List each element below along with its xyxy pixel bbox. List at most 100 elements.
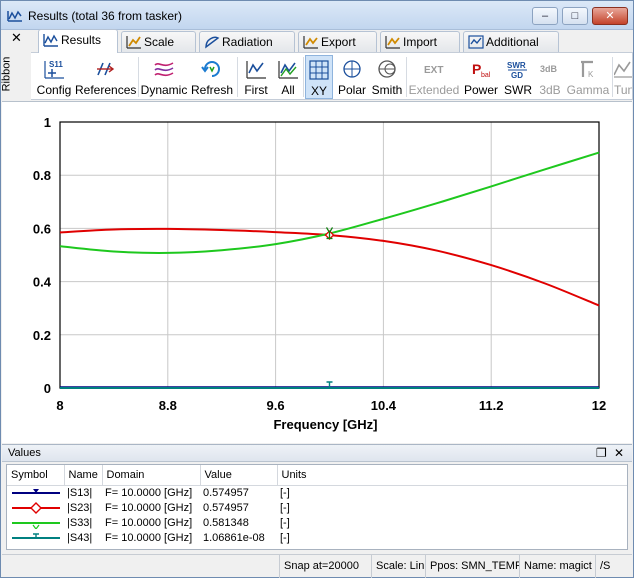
3db-icon-text: 3dB (540, 64, 558, 74)
swr-icon-sub: GD (511, 71, 523, 79)
tab-label: Additional (486, 35, 539, 49)
additional-tab-icon (468, 35, 484, 49)
svg-text:S11: S11 (49, 60, 63, 69)
gamma-icon: K (581, 60, 594, 79)
window-title: Results (total 36 from tasker) (28, 9, 183, 23)
dynamic-icon (154, 62, 174, 77)
x-tick-label: 10.4 (371, 398, 397, 413)
results-window: Results (total 36 from tasker) – □ ✕ ✕ R… (0, 0, 634, 578)
domain-cell: F= 10.0000 [GHz] (105, 501, 193, 514)
column-header-value[interactable]: Value (200, 465, 278, 486)
3db-icon: 3dB (540, 64, 558, 74)
chart-svg[interactable]: 8 8.8 9.6 10.4 11.2 12 0 0.2 0.4 0.6 0.8 1 Frequency… (2, 102, 632, 444)
tab-export[interactable]: Export (298, 31, 377, 53)
column-header-name[interactable]: Name (64, 465, 103, 486)
ext-icon: EXT (424, 65, 443, 76)
tab-results[interactable]: Results (38, 29, 118, 53)
polar-button[interactable]: Polar (335, 55, 369, 99)
swr-icon: SWRGD (507, 61, 527, 79)
tab-label: Export (321, 35, 356, 49)
close-button[interactable]: ✕ (592, 7, 628, 25)
status-name: Name: magict (519, 555, 595, 578)
gamma-button[interactable]: K Gamma (566, 55, 610, 99)
value-cell: 0.581348 (203, 516, 249, 529)
tool-label: Polar (337, 83, 366, 97)
plot-panel[interactable]: 8 8.8 9.6 10.4 11.2 12 0 0.2 0.4 0.6 0.8 1 Frequency… (2, 101, 632, 443)
table-row[interactable]: |S13| F= 10.0000 [GHz] 0.574957 [-] (7, 485, 627, 500)
import-tab-icon (385, 36, 400, 49)
ext-icon-text: EXT (424, 65, 443, 76)
y-tick-label: 0.6 (33, 221, 51, 236)
radiation-tab-icon (205, 36, 220, 49)
tool-label: All (281, 83, 295, 97)
status-bar: Snap at=20000 Scale: Lin. Ppos: SMN_TEMP… (2, 554, 632, 578)
tool-label: Tuning (614, 83, 632, 97)
all-icon (278, 61, 298, 79)
refresh-button[interactable]: Refresh (189, 55, 235, 99)
polar-icon (343, 60, 361, 78)
float-pane-icon[interactable]: ❐ (596, 445, 607, 462)
ribbon-side: ✕ Ribbon (0, 30, 31, 100)
tuning-button[interactable]: Tuning (614, 55, 632, 99)
ribbon-collapse-button[interactable]: ✕ (11, 30, 22, 46)
x-tick-label: 12 (592, 398, 606, 413)
column-header-domain[interactable]: Domain (102, 465, 201, 486)
title-bar[interactable]: Results (total 36 from tasker) – □ ✕ (1, 1, 633, 30)
tool-label: Extended (408, 83, 460, 97)
y-tick-label: 0 (44, 381, 51, 396)
table-row[interactable]: |S23| F= 10.0000 [GHz] 0.574957 [-] (7, 500, 627, 515)
minimize-button[interactable]: – (532, 7, 558, 25)
status-ppos: Ppos: SMN_TEMPL (425, 555, 519, 578)
status-snap: Snap at=20000 (279, 555, 371, 578)
table-header-row: Symbol Name Domain Value Units (7, 465, 627, 486)
name-cell: |S23| (67, 501, 93, 514)
smith-button[interactable]: Smith (370, 55, 404, 99)
units-cell: [-] (280, 501, 290, 514)
refresh-icon (201, 61, 220, 77)
extended-button[interactable]: EXT Extended (408, 55, 460, 99)
table-row[interactable]: |S43| F= 10.0000 [GHz] 1.06861e-08 [-] (7, 530, 627, 545)
all-button[interactable]: All (274, 55, 302, 99)
config-button[interactable]: S11 Config (33, 55, 75, 99)
xy-button[interactable]: XY (305, 55, 333, 99)
symbol-cell (7, 530, 64, 545)
column-header-symbol[interactable]: Symbol (7, 465, 65, 486)
value-cell: 0.574957 (203, 501, 249, 514)
results-tab-icon (43, 34, 58, 47)
tool-label: References (75, 83, 137, 97)
name-cell: |S33| (67, 516, 93, 529)
swr-button[interactable]: SWR GD SWR (502, 55, 534, 99)
domain-cell: F= 10.0000 [GHz] (105, 531, 193, 544)
toolbar-separator (406, 57, 407, 97)
power-button[interactable]: Pbal Power (461, 55, 501, 99)
dynamic-button[interactable]: Dynamic (140, 55, 188, 99)
tab-additional[interactable]: Additional (463, 31, 559, 53)
tab-import[interactable]: Import (380, 31, 460, 53)
xy-grid-icon (309, 60, 329, 80)
power-icon-sub: bal (481, 72, 491, 79)
tab-radiation[interactable]: Radiation (199, 31, 295, 53)
column-header-units[interactable]: Units (277, 465, 627, 486)
tool-label: Gamma (566, 83, 610, 97)
power-icon-text: P (472, 61, 481, 77)
table-row[interactable]: |S33| F= 10.0000 [GHz] 0.581348 [-] (7, 515, 627, 530)
close-pane-icon[interactable]: ✕ (614, 445, 624, 462)
tool-label: Dynamic (140, 83, 188, 97)
toolbar-separator (303, 57, 304, 97)
y-tick-label: 1 (44, 115, 51, 130)
x-tick-label: 11.2 (479, 398, 504, 413)
tab-label: Import (403, 35, 438, 49)
values-pane-title: Values (8, 447, 41, 459)
symbol-cell (7, 500, 64, 515)
tab-scale[interactable]: Scale (121, 31, 196, 53)
ribbon-tabs: Results Scale Radiation Export Import Ad… (33, 29, 633, 53)
references-button[interactable]: References (75, 55, 137, 99)
y-tick-label: 0.8 (33, 168, 51, 183)
first-button[interactable]: First (239, 55, 273, 99)
maximize-button[interactable]: □ (562, 7, 588, 25)
status-extra: /S (595, 555, 632, 578)
3db-button[interactable]: 3dB 3dB (535, 55, 565, 99)
name-cell: |S43| (67, 531, 93, 544)
y-tick-label: 0.4 (33, 275, 52, 290)
series-symbol-icon (12, 488, 60, 494)
